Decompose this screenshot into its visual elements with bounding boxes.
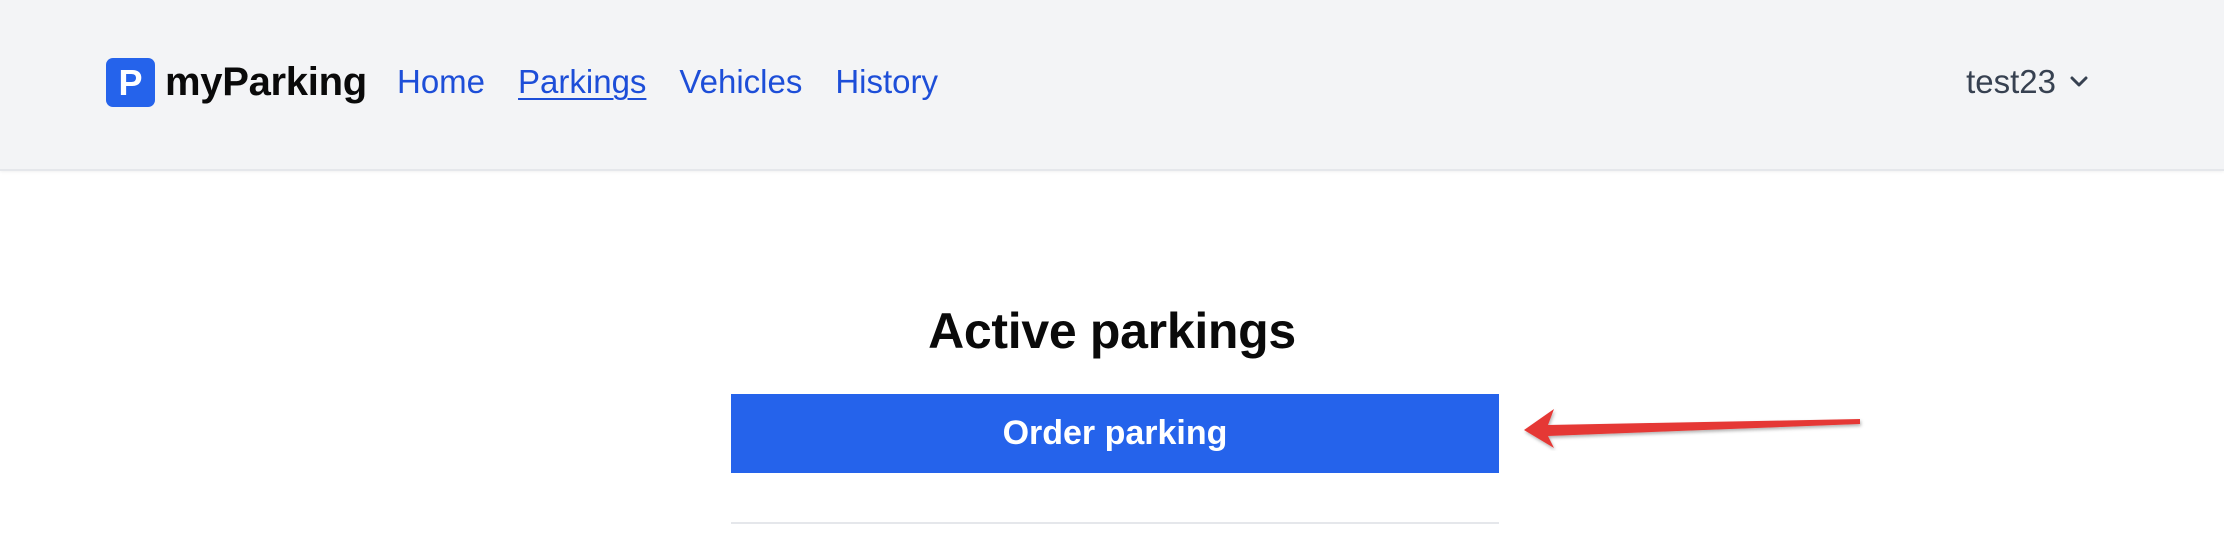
list-divider [731, 522, 1499, 524]
page-title: Active parkings [928, 303, 1296, 359]
order-parking-button[interactable]: Order parking [731, 394, 1499, 473]
parking-logo-icon: P [106, 57, 155, 107]
nav-link-home[interactable]: Home [397, 63, 485, 101]
top-navbar: P myParking Home Parkings Vehicles Histo… [0, 0, 2224, 171]
chevron-down-icon [2070, 76, 2088, 87]
brand-name: myParking [165, 59, 367, 104]
main-content: Active parkings Order parking [0, 171, 2224, 534]
svg-text:P: P [118, 62, 142, 103]
user-name: test23 [1966, 63, 2056, 100]
main-nav: Home Parkings Vehicles History [397, 57, 971, 107]
page: P myParking Home Parkings Vehicles Histo… [0, 0, 2224, 534]
nav-link-parkings[interactable]: Parkings [518, 63, 646, 101]
brand-logo-link[interactable]: P myParking [106, 57, 367, 107]
nav-link-vehicles[interactable]: Vehicles [679, 63, 802, 101]
nav-link-history[interactable]: History [835, 63, 938, 101]
user-menu-button[interactable]: test23 [1966, 57, 2088, 107]
red-arrow-annotation [1524, 409, 1860, 448]
